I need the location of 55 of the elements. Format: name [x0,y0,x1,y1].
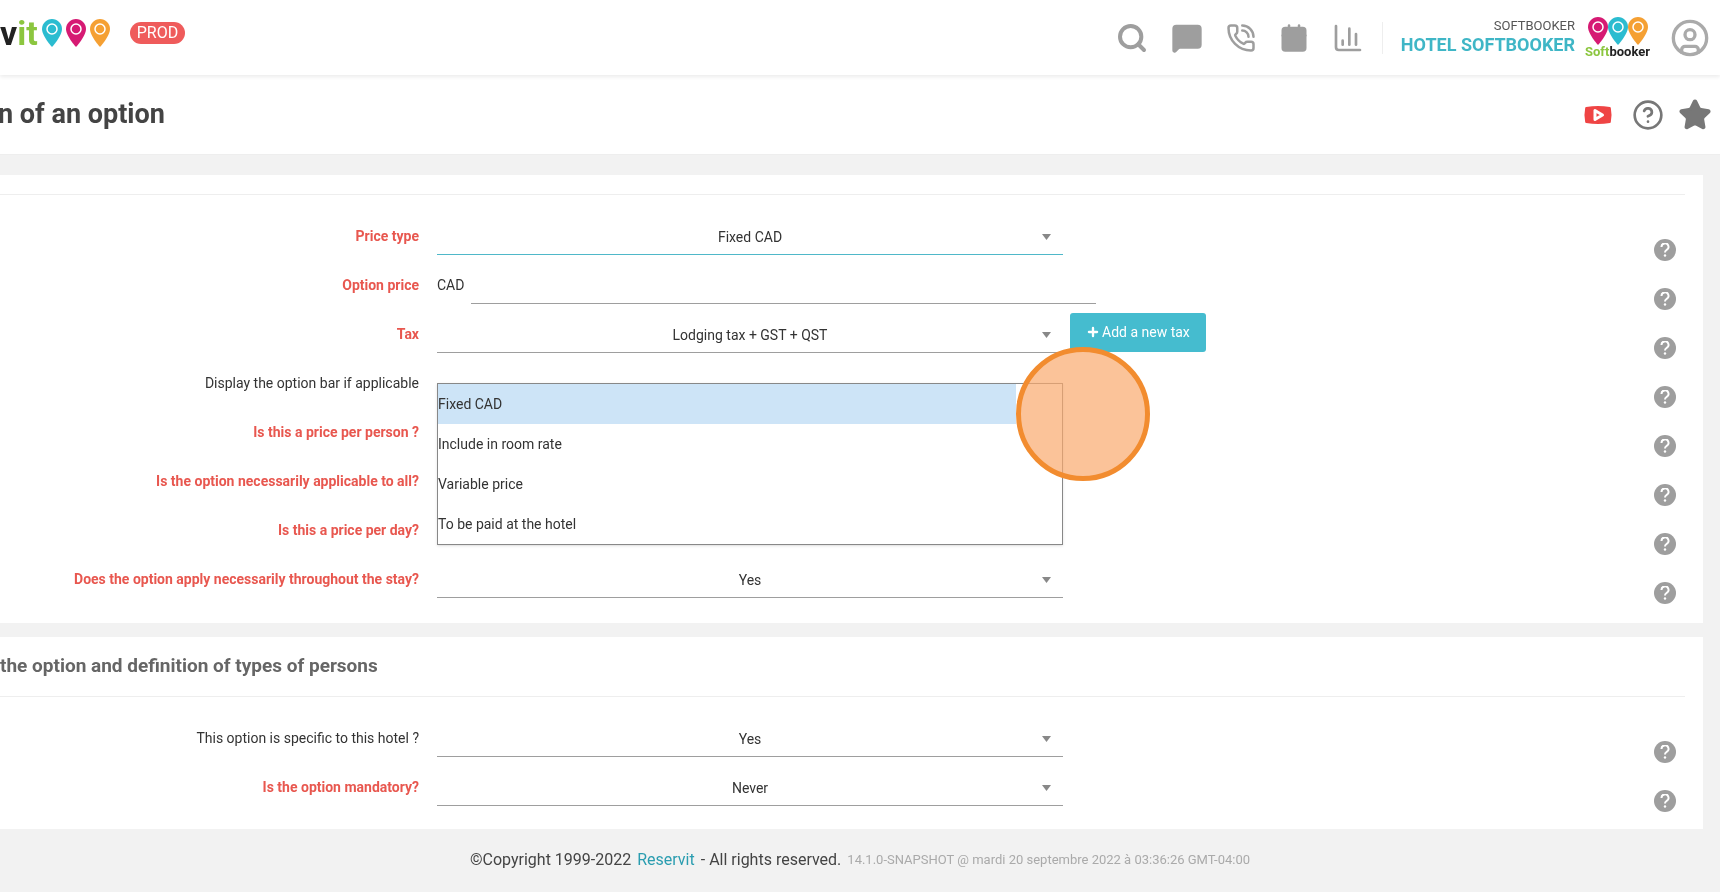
caret-icon [1042,234,1051,240]
softbooker-logo: Softbooker [1585,17,1650,58]
select-field[interactable]: Yes [437,723,1063,757]
plus-icon [1086,325,1100,339]
help-icon[interactable] [1654,288,1676,310]
favorite-star-icon[interactable] [1678,97,1712,132]
search-icon[interactable] [1115,21,1148,54]
help-icon[interactable] [1654,386,1676,408]
help-icon[interactable] [1654,239,1676,261]
help-icon[interactable] [1654,337,1676,359]
caret-icon [1042,785,1051,791]
field-label: This option is specific to this hotel ? [196,730,419,746]
help-icon[interactable] [1632,98,1664,131]
field-label: Option price [342,277,419,293]
rights-text: - All rights reserved. [700,848,842,871]
pin-icon [1607,17,1628,45]
field-label: Display the option bar if applicable [204,375,419,391]
dropdown-option[interactable]: Fixed CAD [438,384,1016,424]
caret-icon [1042,332,1051,338]
help-icon[interactable] [1654,484,1676,506]
field-label: Does the option apply necessarily throughout the stay? [74,571,419,587]
help-icon[interactable] [1654,741,1676,763]
copyright-text: ©Copyright 1999-2022 [469,848,632,871]
version-text: 14.1.0-SNAPSHOT @ mardi 20 septembre 2022 à 03:36:26 GMT-04:00 [847,850,1251,869]
caret-icon [1042,736,1051,742]
help-icon[interactable] [1654,582,1676,604]
user-avatar-icon[interactable] [1670,17,1710,58]
field-label: Tax [396,326,419,342]
dropdown-option[interactable]: To be paid at the hotel [438,504,1016,544]
field-label: Price type [355,228,419,244]
field-label: Is this a price per day? [277,522,419,538]
pin-icon [89,18,110,47]
select-field[interactable]: Fixed CAD [437,221,1063,255]
page-title: n of an option [0,97,165,133]
phone-icon[interactable] [1225,22,1256,53]
calendar-icon[interactable] [1278,22,1309,53]
help-icon[interactable] [1654,435,1676,457]
help-icon[interactable] [1654,790,1676,812]
field-label: Is the option necessarily applicable to all? [156,473,419,489]
pin-icon [1587,17,1608,45]
select-field[interactable]: Yes [437,564,1063,598]
pin-icon [1627,17,1648,45]
help-icon[interactable] [1654,533,1676,555]
section-heading: the option and definition of types of persons [0,653,378,680]
field-label: Is this a price per person ? [253,424,419,440]
pin-icon [41,18,62,47]
pin-icon [65,18,86,47]
select-field[interactable]: Never [437,772,1063,806]
reservit-logo[interactable]: vit [0,15,110,50]
field-label: Is the option mandatory? [262,779,419,795]
select-field[interactable]: Lodging tax + GST + QST [437,319,1063,353]
env-badge: PROD [129,21,186,44]
account-name: SOFTBOOKER [1493,18,1575,35]
currency-prefix: CAD [437,276,466,295]
caret-icon [1042,577,1051,583]
